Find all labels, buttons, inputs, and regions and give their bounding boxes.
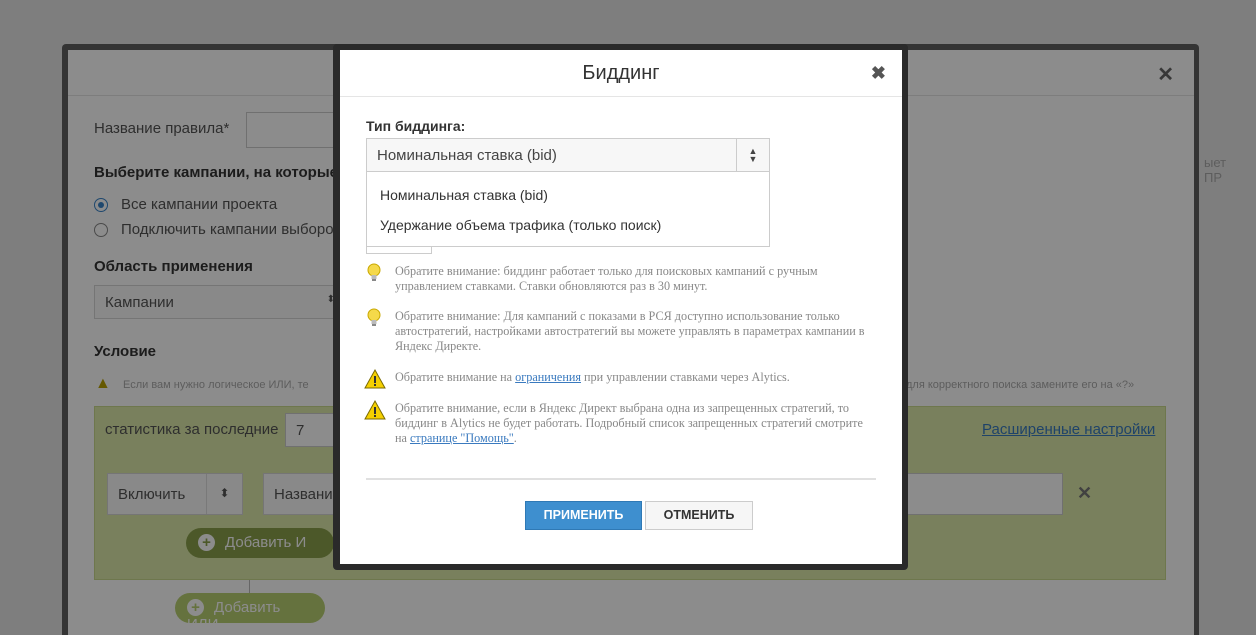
note-text-prefix: Обратите внимание на	[395, 370, 516, 384]
bidding-type-select[interactable]: Номинальная ставка (bid) ▲ ▼	[366, 138, 770, 172]
cancel-button[interactable]: ОТМЕНИТЬ	[645, 501, 753, 530]
bidding-type-selected-value: Номинальная ставка (bid)	[377, 147, 557, 164]
lightbulb-icon	[367, 308, 381, 326]
note-text: Обратите внимание: Для кампаний с показа…	[395, 309, 865, 353]
apply-button[interactable]: ПРИМЕНИТЬ	[525, 501, 642, 530]
bidding-type-dropdown: Номинальная ставка (bid) Удержание объем…	[366, 172, 770, 247]
dropdown-option-traffic-hold[interactable]: Удержание объема трафика (только поиск)	[380, 217, 661, 233]
footer-divider	[366, 478, 876, 480]
note-limitations: Обратите внимание на ограничения при упр…	[364, 368, 884, 390]
close-icon[interactable]: ✖	[871, 63, 886, 84]
warning-icon	[364, 368, 386, 389]
note-text-suffix: .	[513, 431, 517, 445]
hidden-field-edge	[366, 246, 432, 254]
modal-header: Биддинг ✖	[340, 50, 902, 97]
select-arrows-icon: ▲ ▼	[736, 139, 769, 171]
help-page-link[interactable]: странице "Помощь"	[410, 431, 514, 445]
note-text: Обратите внимание на ограничения при упр…	[395, 370, 875, 385]
note-manual-bidding: Обратите внимание: биддинг работает толь…	[364, 262, 884, 296]
dropdown-option-nominal-bid[interactable]: Номинальная ставка (bid)	[380, 187, 548, 203]
bidding-type-label: Тип биддинга:	[366, 118, 466, 134]
lightbulb-icon	[367, 263, 381, 281]
note-text: Обратите внимание: биддинг работает толь…	[395, 264, 818, 293]
note-rsya-autostrategies: Обратите внимание: Для кампаний с показа…	[364, 307, 884, 355]
modal-title: Биддинг	[582, 62, 660, 84]
note-text-suffix: при управлении ставками через Alytics.	[580, 370, 790, 384]
limitations-link[interactable]: ограничения	[515, 370, 581, 384]
warning-icon	[364, 399, 386, 420]
note-text: Обратите внимание, если в Яндекс Директ …	[395, 401, 875, 446]
bidding-modal: Биддинг ✖ Тип биддинга: Номинальная став…	[340, 50, 902, 564]
note-forbidden-strategies: Обратите внимание, если в Яндекс Директ …	[364, 399, 884, 449]
